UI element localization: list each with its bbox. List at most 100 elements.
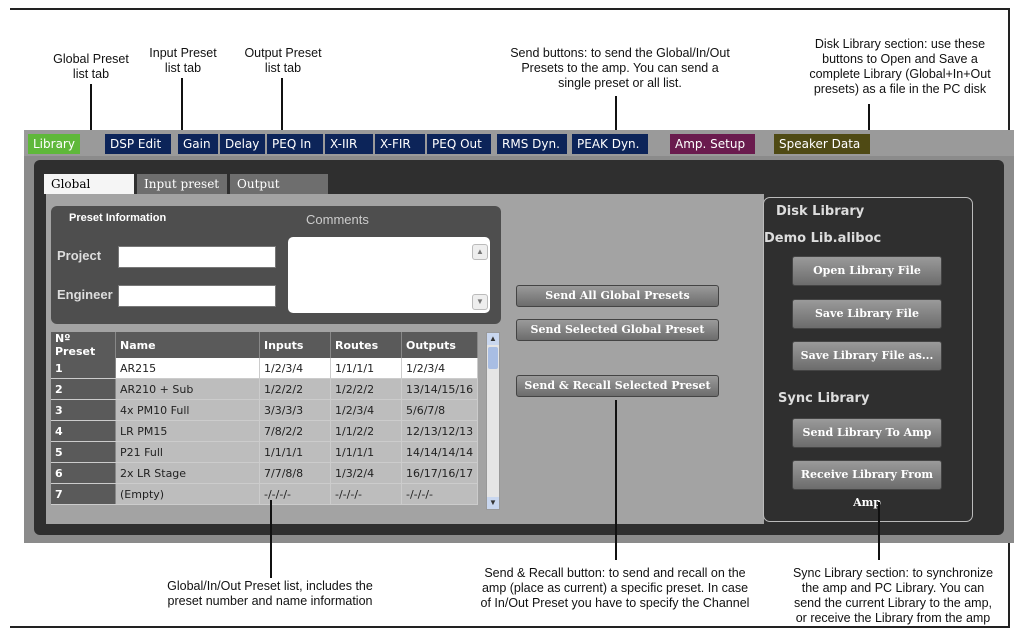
preset-routes: 1/1/2/2 (330, 420, 402, 442)
column-header: Routes (330, 332, 402, 358)
preset-routes: 1/2/2/2 (330, 378, 402, 400)
preset-number: 7 (51, 483, 116, 505)
tab-x-iir[interactable]: X-IIR (325, 134, 373, 154)
preset-number: 3 (51, 399, 116, 421)
tab-amp-setup[interactable]: Amp. Setup (670, 134, 755, 154)
save-library-file-as-button[interactable]: Save Library File as... (792, 341, 942, 371)
callout-sync-library: Sync Library section: to synchronize the… (792, 566, 994, 625)
preset-number: 6 (51, 462, 116, 484)
preset-inputs: 1/1/1/1 (259, 441, 331, 463)
preset-number: 5 (51, 441, 116, 463)
table-row[interactable]: 7 (Empty) -/-/-/- -/-/-/- -/-/-/- (51, 483, 479, 505)
preset-name: (Empty) (115, 483, 260, 505)
send-recall-selected-preset-button[interactable]: Send & Recall Selected Preset (516, 375, 719, 397)
preset-routes: 1/1/1/1 (330, 441, 402, 463)
preset-info-title: Preset Information (69, 212, 167, 224)
preset-outputs: 16/17/16/17 (401, 462, 479, 484)
preset-outputs: 14/14/14/14 (401, 441, 479, 463)
sync-library-title: Sync Library (778, 391, 870, 406)
callout-global-tab: Global Preset list tab (53, 52, 129, 81)
project-label: Project (57, 248, 102, 263)
table-row[interactable]: 5 P21 Full 1/1/1/1 1/1/1/1 14/14/14/14 (51, 441, 479, 463)
preset-outputs: 13/14/15/16 (401, 378, 479, 400)
preset-inputs: 1/2/2/2 (259, 378, 331, 400)
preset-info-box: Preset Information Comments Project Engi… (51, 206, 501, 324)
preset-name: P21 Full (115, 441, 260, 463)
engineer-field[interactable] (118, 285, 276, 307)
preset-inputs: 7/8/2/2 (259, 420, 331, 442)
scroll-down-icon[interactable]: ▼ (487, 497, 499, 509)
tab-x-fir[interactable]: X-FIR (375, 134, 425, 154)
preset-outputs: 12/13/12/13 (401, 420, 479, 442)
preset-routes: -/-/-/- (330, 483, 402, 505)
engineer-label: Engineer (57, 287, 113, 302)
tab-input-preset[interactable]: Input preset (137, 174, 227, 194)
tab-delay[interactable]: Delay (220, 134, 265, 154)
tab-global-preset[interactable]: Global Preset (44, 174, 134, 211)
comments-label: Comments (306, 212, 369, 227)
table-row[interactable]: 6 2x LR Stage 7/7/8/8 1/3/2/4 16/17/16/1… (51, 462, 479, 484)
table-scrollbar[interactable]: ▲ ▼ (486, 332, 500, 510)
table-row[interactable]: 1 AR215 1/2/3/4 1/1/1/1 1/2/3/4 (51, 358, 479, 379)
comments-field[interactable] (288, 237, 490, 313)
tab-gain[interactable]: Gain (178, 134, 218, 154)
open-library-file-button[interactable]: Open Library File (792, 256, 942, 286)
preset-routes: 1/2/3/4 (330, 399, 402, 421)
preset-outputs: 1/2/3/4 (401, 358, 479, 379)
preset-outputs: 5/6/7/8 (401, 399, 479, 421)
column-header: Inputs (259, 332, 331, 358)
disk-library-title: Disk Library (776, 204, 865, 219)
callout-disk-library: Disk Library section: use these buttons … (809, 37, 991, 96)
column-header: Outputs (401, 332, 479, 358)
callout-input-tab: Input Preset list tab (149, 46, 217, 75)
tab-peq-in[interactable]: PEQ In (267, 134, 323, 154)
preset-number: 4 (51, 420, 116, 442)
connector-line (615, 400, 617, 560)
callout-output-tab: Output Preset list tab (244, 46, 322, 75)
main-tab-bar: Library DSP Edit Gain Delay PEQ In X-IIR… (24, 130, 1014, 156)
preset-name: LR PM15 (115, 420, 260, 442)
preset-routes: 1/1/1/1 (330, 358, 402, 379)
connector-line (878, 502, 880, 560)
tab-speaker-data[interactable]: Speaker Data (774, 134, 870, 154)
scroll-up-icon[interactable]: ▲ (472, 244, 488, 260)
preset-name: 2x LR Stage (115, 462, 260, 484)
table-row[interactable]: 2 AR210 + Sub 1/2/2/2 1/2/2/2 13/14/15/1… (51, 378, 479, 400)
tab-peq-out[interactable]: PEQ Out (427, 134, 491, 154)
tab-dsp-edit[interactable]: DSP Edit (105, 134, 171, 154)
project-field[interactable] (118, 246, 276, 268)
tab-library[interactable]: Library (28, 134, 80, 154)
table-row[interactable]: 4 LR PM15 7/8/2/2 1/1/2/2 12/13/12/13 (51, 420, 479, 442)
preset-name: AR210 + Sub (115, 378, 260, 400)
preset-routes: 1/3/2/4 (330, 462, 402, 484)
preset-number: 1 (51, 358, 116, 379)
preset-table: Nº Preset Name Inputs Routes Outputs 1 A… (51, 332, 479, 505)
send-all-global-presets-button[interactable]: Send All Global Presets (516, 285, 719, 307)
preset-content-area: Preset Information Comments Project Engi… (46, 194, 764, 524)
disk-library-section: Disk Library Demo Lib.aliboc Open Librar… (763, 197, 973, 522)
scroll-thumb[interactable] (488, 347, 498, 369)
scroll-down-icon[interactable]: ▼ (472, 294, 488, 310)
callout-send-buttons: Send buttons: to send the Global/In/Out … (510, 46, 730, 90)
tab-peak-dyn[interactable]: PEAK Dyn. (572, 134, 648, 154)
send-library-to-amp-button[interactable]: Send Library To Amp (792, 418, 942, 448)
preset-name: AR215 (115, 358, 260, 379)
tab-output-preset[interactable]: Output preset (230, 174, 328, 211)
preset-inputs: 3/3/3/3 (259, 399, 331, 421)
save-library-file-button[interactable]: Save Library File (792, 299, 942, 329)
callout-preset-list: Global/In/Out Preset list, includes the … (167, 579, 373, 608)
callout-send-recall: Send & Recall button: to send and recall… (480, 566, 750, 610)
column-header: Nº Preset (51, 332, 116, 358)
preset-number: 2 (51, 378, 116, 400)
table-row[interactable]: 3 4x PM10 Full 3/3/3/3 1/2/3/4 5/6/7/8 (51, 399, 479, 421)
preset-name: 4x PM10 Full (115, 399, 260, 421)
preset-inputs: 1/2/3/4 (259, 358, 331, 379)
connector-line (270, 500, 272, 578)
receive-library-from-amp-button[interactable]: Receive Library From Amp (792, 460, 942, 509)
scroll-up-icon[interactable]: ▲ (487, 333, 499, 345)
preset-inputs: 7/7/8/8 (259, 462, 331, 484)
preset-outputs: -/-/-/- (401, 483, 479, 505)
column-header: Name (115, 332, 260, 358)
tab-rms-dyn[interactable]: RMS Dyn. (497, 134, 567, 154)
send-selected-global-preset-button[interactable]: Send Selected Global Preset (516, 319, 719, 341)
